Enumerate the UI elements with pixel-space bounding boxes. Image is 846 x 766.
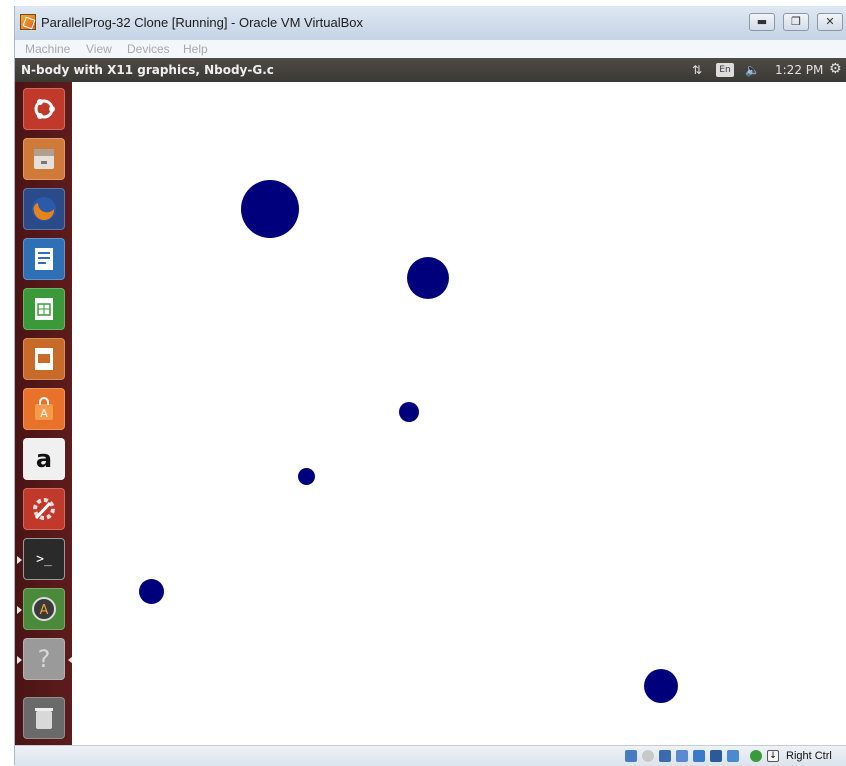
launcher-firefox[interactable]	[23, 188, 65, 230]
network-adapter-icon[interactable]	[710, 750, 722, 762]
usb-icon[interactable]	[659, 750, 671, 762]
virtualbox-window: ParallelProg-32 Clone [Running] - Oracle…	[14, 6, 846, 766]
firefox-icon	[32, 197, 56, 221]
menu-view[interactable]: View	[86, 42, 112, 56]
minimize-icon: ▬	[756, 15, 768, 28]
svg-text:A: A	[40, 603, 49, 618]
body-1	[241, 180, 299, 238]
question-icon: ?	[37, 645, 51, 673]
unity-launcher: A a >_ A ?	[15, 82, 73, 745]
status-bar: ↓ Right Ctrl	[15, 745, 846, 766]
launcher-impress[interactable]	[23, 338, 65, 380]
launcher-calc[interactable]	[23, 288, 65, 330]
trash-icon	[35, 708, 53, 729]
launcher-terminal[interactable]: >_	[23, 538, 65, 580]
shared-folders-icon[interactable]	[676, 750, 688, 762]
video-capture-icon[interactable]	[727, 750, 739, 762]
running-indicator	[17, 556, 22, 564]
launcher-system-settings[interactable]	[23, 488, 65, 530]
optical-drive-icon[interactable]	[642, 750, 654, 762]
body-4	[298, 468, 315, 485]
host-key-label: Right Ctrl	[786, 750, 832, 762]
nbody-canvas	[72, 82, 846, 745]
clock[interactable]: 1:22 PM	[775, 63, 823, 77]
gear-icon[interactable]: ⚙	[829, 61, 842, 77]
launcher-help[interactable]: ?	[23, 638, 65, 680]
app-window-title: N-body with X11 graphics, Nbody-G.c	[21, 63, 274, 77]
svg-text:A: A	[40, 407, 48, 420]
cpu-icon[interactable]	[750, 750, 762, 762]
minimize-button[interactable]: ▬	[749, 13, 775, 31]
title-bar[interactable]: ParallelProg-32 Clone [Running] - Oracle…	[15, 6, 846, 40]
hard-disk-icon[interactable]	[625, 750, 637, 762]
menu-devices[interactable]: Devices	[127, 42, 170, 56]
body-6	[644, 669, 678, 703]
close-icon: ✕	[825, 15, 835, 28]
ubuntu-logo-icon	[34, 99, 55, 119]
menu-help[interactable]: Help	[183, 42, 208, 56]
mouse-integration-icon[interactable]: ↓	[767, 750, 779, 762]
display-icon[interactable]	[693, 750, 705, 762]
menu-machine[interactable]: Machine	[25, 42, 70, 56]
volume-icon[interactable]: 🔈	[745, 63, 760, 77]
running-indicator	[17, 656, 22, 664]
launcher-trash[interactable]	[23, 697, 65, 739]
wrench-gear-icon	[33, 498, 55, 520]
close-button[interactable]: ✕	[817, 13, 843, 31]
restore-button[interactable]: ❐	[783, 13, 809, 31]
launcher-ubuntu-dash[interactable]	[23, 88, 65, 130]
file-cabinet-icon	[34, 149, 54, 169]
shopping-bag-icon: A	[35, 397, 53, 420]
ubuntu-top-panel: N-body with X11 graphics, Nbody-G.c ⇅ En…	[15, 58, 846, 82]
spreadsheet-icon	[35, 298, 53, 320]
restore-icon: ❐	[791, 15, 801, 28]
body-5	[139, 579, 164, 604]
launcher-writer[interactable]	[23, 238, 65, 280]
presentation-icon	[35, 348, 53, 370]
amazon-icon: a	[35, 445, 53, 473]
body-3	[399, 402, 419, 422]
window-title: ParallelProg-32 Clone [Running] - Oracle…	[41, 15, 364, 30]
launcher-software-center[interactable]: A	[23, 388, 65, 430]
menu-bar: Machine View Devices Help	[15, 40, 846, 58]
launcher-amazon[interactable]: a	[23, 438, 65, 480]
terminal-icon: >_	[36, 551, 52, 567]
running-indicator	[17, 606, 22, 614]
updater-icon: A	[32, 597, 56, 621]
document-icon	[35, 248, 53, 270]
virtualbox-logo-icon	[20, 14, 36, 30]
launcher-software-updater[interactable]: A	[23, 588, 65, 630]
body-2	[407, 257, 449, 299]
launcher-files[interactable]	[23, 138, 65, 180]
network-arrows-icon[interactable]: ⇅	[692, 63, 702, 77]
keyboard-layout-indicator[interactable]: En	[716, 63, 734, 77]
